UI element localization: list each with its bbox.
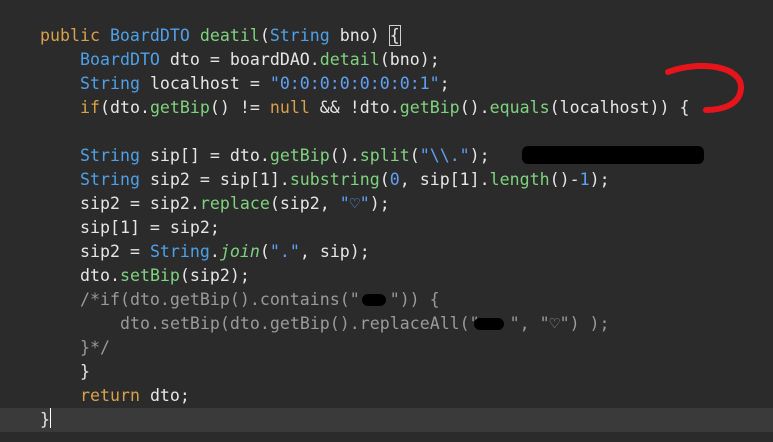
code-editor[interactable]: public BoardDTO deatil(String bno) {Boar… <box>0 0 773 442</box>
red-annotation-mark <box>665 63 745 113</box>
text-cursor <box>50 408 51 428</box>
